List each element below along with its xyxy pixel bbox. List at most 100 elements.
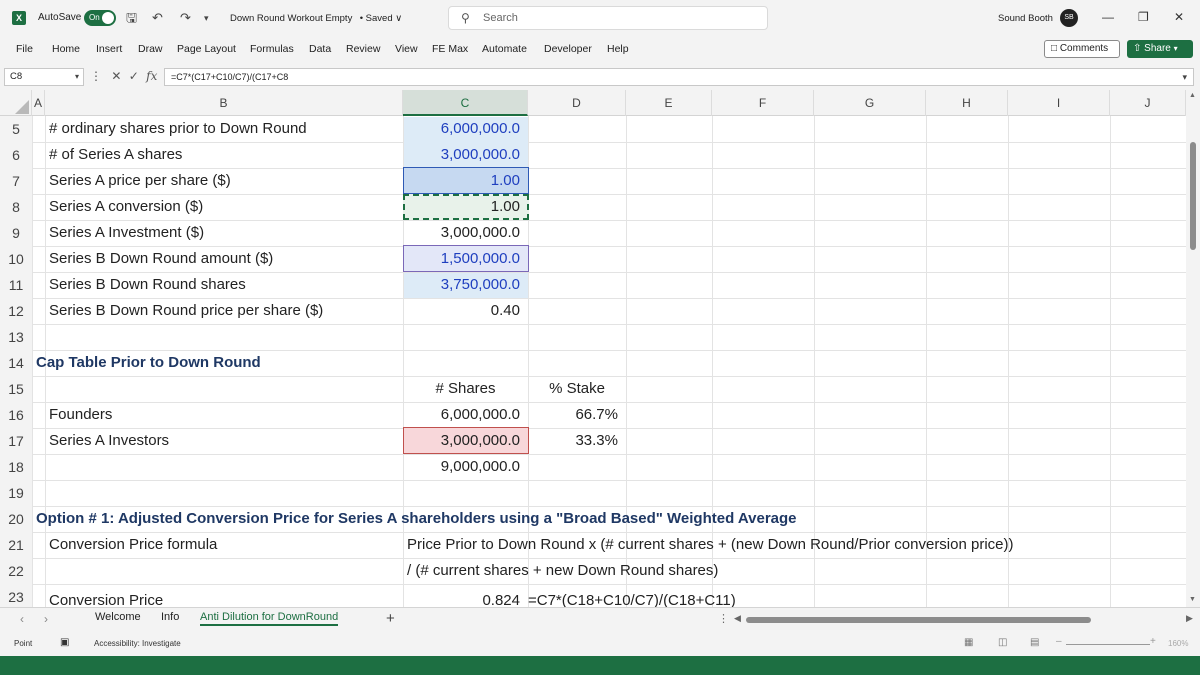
name-box[interactable]: C8 ▾: [4, 68, 84, 86]
row-header[interactable]: 12: [0, 298, 32, 324]
horizontal-scroll-thumb[interactable]: [746, 617, 1091, 623]
row-header[interactable]: 10: [0, 246, 32, 272]
column-header-d[interactable]: D: [528, 90, 626, 116]
cell-c12[interactable]: 0.40: [403, 298, 528, 324]
cell-c21[interactable]: Price Prior to Down Round x (# current s…: [407, 532, 1014, 558]
row-header[interactable]: 7: [0, 168, 32, 194]
chevron-down-icon[interactable]: ▾: [75, 69, 79, 85]
column-header-h[interactable]: H: [926, 90, 1008, 116]
accessibility-status[interactable]: Accessibility: Investigate: [94, 639, 181, 648]
avatar[interactable]: SB: [1060, 9, 1078, 27]
search-box[interactable]: ⚲ Search: [448, 6, 768, 30]
row-header[interactable]: 22: [0, 558, 32, 584]
cell-b16[interactable]: Founders: [36, 402, 112, 428]
row-header[interactable]: 20: [0, 506, 32, 532]
next-sheet-icon[interactable]: ›: [44, 612, 48, 626]
cell-d15[interactable]: % Stake: [528, 376, 626, 402]
scroll-down-icon[interactable]: ▼: [1189, 596, 1196, 603]
insert-function-icon[interactable]: fx: [146, 69, 157, 83]
cell-c9[interactable]: 3,000,000.0: [403, 220, 528, 246]
autosave-toggle[interactable]: On: [84, 10, 116, 26]
cell-d16[interactable]: 66.7%: [528, 402, 626, 428]
cancel-icon[interactable]: ✕: [111, 69, 121, 83]
add-sheet-icon[interactable]: +: [386, 610, 395, 627]
customize-toolbar-icon[interactable]: ▾: [204, 10, 209, 26]
row-header[interactable]: 6: [0, 142, 32, 168]
comments-button[interactable]: □ Comments: [1044, 40, 1120, 58]
normal-view-icon[interactable]: ▦: [964, 637, 973, 648]
cell-b12[interactable]: Series B Down Round price per share ($): [36, 298, 323, 324]
vertical-scroll-thumb[interactable]: [1190, 142, 1196, 250]
section-heading-cap-table[interactable]: Cap Table Prior to Down Round: [32, 350, 261, 376]
column-header-b[interactable]: B: [45, 90, 403, 116]
row-header[interactable]: 5: [0, 116, 32, 142]
share-button[interactable]: ⇧ Share ▾: [1127, 40, 1193, 58]
redo-icon[interactable]: ↷: [180, 10, 191, 26]
scroll-up-icon[interactable]: ▲: [1189, 92, 1196, 99]
page-break-view-icon[interactable]: ▤: [1030, 637, 1039, 648]
restore-icon[interactable]: ❐: [1138, 10, 1149, 24]
cell-c6[interactable]: 3,000,000.0: [403, 142, 528, 168]
cell-b7[interactable]: Series A price per share ($): [36, 168, 231, 194]
cell-c23[interactable]: 0.824: [403, 588, 528, 607]
row-header[interactable]: 8: [0, 194, 32, 220]
cell-b17[interactable]: Series A Investors: [36, 428, 169, 454]
menu-review[interactable]: Review: [346, 43, 380, 55]
row-header[interactable]: 13: [0, 324, 32, 350]
formula-input[interactable]: =C7*(C17+C10/C7)/(C17+C8 ▾: [164, 68, 1194, 86]
menu-page-layout[interactable]: Page Layout: [177, 43, 236, 55]
section-heading-option-1[interactable]: Option # 1: Adjusted Conversion Price fo…: [32, 506, 797, 532]
close-icon[interactable]: ✕: [1174, 10, 1184, 24]
row-header[interactable]: 9: [0, 220, 32, 246]
cell-d23[interactable]: =C7*(C18+C10/C7)/(C18+C11): [528, 588, 736, 607]
row-header[interactable]: 17: [0, 428, 32, 454]
column-header-c[interactable]: C: [403, 90, 528, 116]
prev-sheet-icon[interactable]: ‹: [20, 612, 24, 626]
zoom-slider[interactable]: [1066, 644, 1150, 645]
page-layout-view-icon[interactable]: ◫: [998, 637, 1007, 648]
column-header-g[interactable]: G: [814, 90, 926, 116]
zoom-level[interactable]: 160%: [1168, 639, 1188, 648]
scroll-left-icon[interactable]: ◀: [734, 613, 741, 624]
enter-icon[interactable]: ✓: [129, 69, 139, 83]
sheet-tab-info[interactable]: Info: [161, 611, 179, 623]
cell-b8[interactable]: Series A conversion ($): [36, 194, 203, 220]
zoom-out-icon[interactable]: –: [1056, 636, 1062, 647]
row-header[interactable]: 16: [0, 402, 32, 428]
column-header-f[interactable]: F: [712, 90, 814, 116]
row-header[interactable]: 15: [0, 376, 32, 402]
cell-c11[interactable]: 3,750,000.0: [403, 272, 528, 298]
cell-c7[interactable]: 1.00: [403, 168, 528, 194]
save-icon[interactable]: 🖫: [126, 10, 137, 26]
search-input[interactable]: Search: [483, 12, 518, 24]
expand-formula-icon[interactable]: ▾: [1182, 69, 1187, 85]
menu-automate[interactable]: Automate: [482, 43, 527, 55]
menu-view[interactable]: View: [395, 43, 418, 55]
menu-insert[interactable]: Insert: [96, 43, 122, 55]
row-header[interactable]: 19: [0, 480, 32, 506]
menu-file[interactable]: File: [16, 43, 33, 55]
cell-c10[interactable]: 1,500,000.0: [403, 246, 528, 272]
cell-c22[interactable]: / (# current shares + new Down Round sha…: [407, 558, 718, 584]
cell-c16[interactable]: 6,000,000.0: [403, 402, 528, 428]
row-header[interactable]: 11: [0, 272, 32, 298]
menu-fe-max[interactable]: FE Max: [432, 43, 468, 55]
more-icon[interactable]: ⋮: [718, 612, 729, 625]
column-header-e[interactable]: E: [626, 90, 712, 116]
vertical-scrollbar[interactable]: ▲ ▼: [1186, 90, 1200, 607]
cell-b6[interactable]: # of Series A shares: [36, 142, 182, 168]
cell-b5[interactable]: # ordinary shares prior to Down Round: [36, 116, 307, 142]
cell-b23[interactable]: Conversion Price: [36, 588, 163, 607]
row-header[interactable]: 14: [0, 350, 32, 376]
row-header[interactable]: 18: [0, 454, 32, 480]
horizontal-scrollbar[interactable]: [746, 617, 1182, 623]
macro-record-icon[interactable]: ▣: [60, 637, 69, 648]
select-all-button[interactable]: [0, 90, 32, 116]
cell-c17[interactable]: 3,000,000.0: [403, 428, 528, 454]
row-header[interactable]: 21: [0, 532, 32, 558]
spreadsheet-grid[interactable]: 5 6 7 8 9 10 11 12 13 14 15 16 17 18 19 …: [0, 116, 1186, 607]
cell-c15[interactable]: # Shares: [403, 376, 528, 402]
document-title[interactable]: Down Round Workout Empty • Saved ∨: [230, 13, 402, 24]
menu-help[interactable]: Help: [607, 43, 629, 55]
column-header-i[interactable]: I: [1008, 90, 1110, 116]
